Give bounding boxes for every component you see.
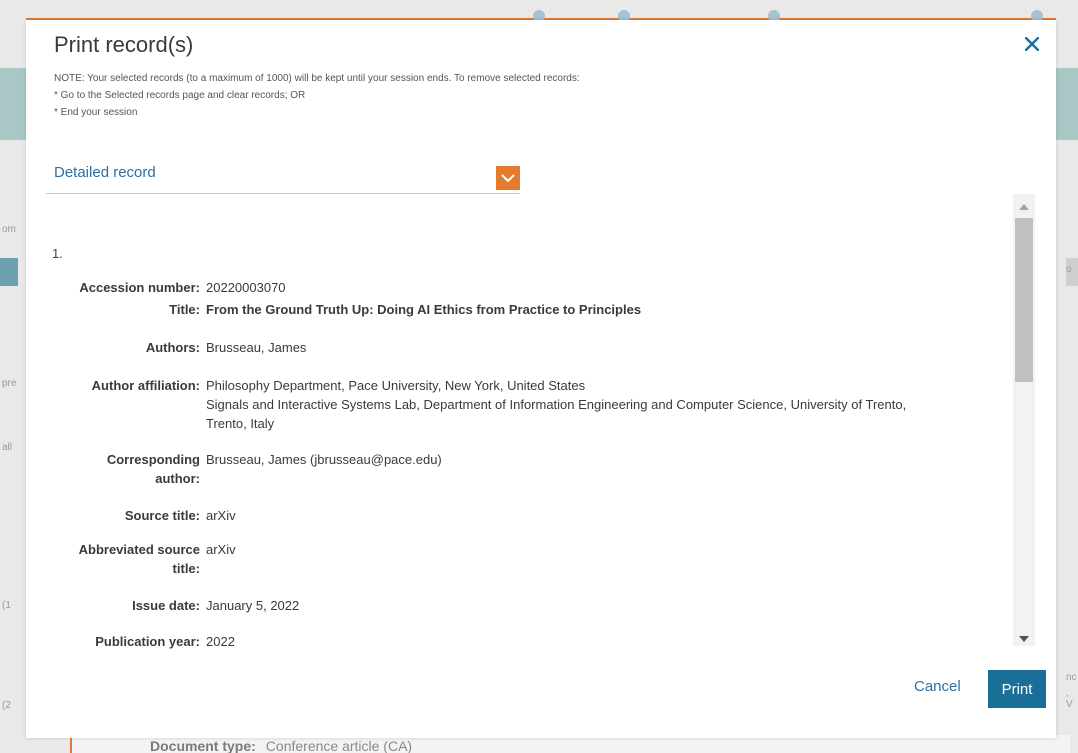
field-value: January 5, 2022 [206, 598, 300, 613]
field-author-affiliation: Author affiliation: Philosophy Departmen… [46, 376, 986, 433]
field-abbreviated-source-title: Abbreviated source title: arXiv [46, 540, 986, 578]
background-side-text: om [2, 224, 16, 235]
field-label: Source title: [124, 508, 200, 523]
field-label-line: Corresponding [106, 452, 200, 467]
field-authors: Authors: Brusseau, James [46, 338, 986, 357]
close-button[interactable] [1020, 32, 1044, 56]
note-line: * End your session [54, 107, 138, 118]
cancel-button[interactable]: Cancel [910, 672, 965, 701]
field-label-line: author: [155, 471, 200, 486]
background-document-type: Document type: Conference article (CA) [150, 738, 412, 753]
selection-note: NOTE: Your selected records (to a maximu… [54, 70, 580, 121]
note-line: NOTE: Your selected records (to a maximu… [54, 73, 580, 84]
field-value: 20220003070 [206, 280, 286, 295]
record-preview: 1. Accession number: 20220003070 Title: … [46, 194, 1006, 654]
field-label: Issue date: [132, 598, 200, 613]
dialog-title: Print record(s) [54, 32, 194, 57]
field-value: Philosophy Department, Pace University, … [206, 376, 966, 433]
field-value: arXiv [206, 542, 236, 557]
scroll-thumb[interactable] [1015, 218, 1033, 382]
background-side-text: , V [1066, 688, 1073, 710]
field-title: Title: From the Ground Truth Up: Doing A… [46, 300, 986, 319]
chevron-down-icon [501, 173, 515, 182]
field-value: 2022 [206, 634, 235, 649]
dropdown-toggle[interactable] [496, 166, 520, 190]
triangle-up-icon [1019, 204, 1029, 210]
field-label: Title: [169, 302, 200, 317]
scroll-down-button[interactable] [1013, 632, 1035, 646]
record-format-value: Detailed record [54, 164, 156, 181]
note-line: * Go to the Selected records page and cl… [54, 90, 306, 101]
background-left-tab [0, 258, 18, 286]
background-side-text: (2 [2, 700, 11, 711]
field-value: From the Ground Truth Up: Doing AI Ethic… [206, 302, 642, 317]
field-label: Corresponding author: [46, 450, 206, 488]
close-icon [1025, 37, 1039, 51]
field-value: Brusseau, James (jbrusseau@pace.edu) [206, 452, 442, 467]
background-side-text: o [1066, 264, 1072, 275]
field-corresponding-author: Corresponding author: Brusseau, James (j… [46, 450, 986, 488]
background-document-type-label: Document type: [150, 738, 256, 753]
background-document-type-value: Conference article (CA) [265, 738, 413, 753]
record-number: 1. [52, 246, 63, 261]
print-records-dialog: Print record(s) NOTE: Your selected reco… [26, 20, 1056, 738]
print-button[interactable]: Print [988, 670, 1046, 708]
field-label: Accession number: [79, 280, 200, 295]
field-accession-number: Accession number: 20220003070 [46, 278, 986, 297]
scroll-up-button[interactable] [1013, 200, 1035, 214]
background-side-text: nc [1066, 672, 1077, 683]
affiliation-line: Signals and Interactive Systems Lab, Dep… [206, 397, 907, 412]
field-label: Publication year: [95, 634, 200, 649]
field-issue-date: Issue date: January 5, 2022 [46, 596, 986, 615]
field-label: Authors: [145, 340, 200, 355]
record-format-select[interactable]: Detailed record [46, 160, 520, 194]
field-label-line: title: [172, 561, 200, 576]
field-publication-year: Publication year: 2022 [46, 632, 986, 651]
field-label: Author affiliation: [91, 378, 200, 393]
field-source-title: Source title: arXiv [46, 506, 986, 525]
background-side-text: all [2, 442, 13, 453]
background-side-text: pre [2, 378, 17, 389]
record-scrollbar[interactable] [1013, 194, 1035, 646]
background-side-text: (1 [2, 600, 11, 611]
affiliation-line: Philosophy Department, Pace University, … [206, 378, 586, 393]
field-label-line: Abbreviated source [78, 542, 200, 557]
field-value: arXiv [206, 508, 236, 523]
triangle-down-icon [1019, 636, 1029, 642]
field-label: Abbreviated source title: [46, 540, 206, 578]
affiliation-line: Trento, Italy [206, 416, 275, 431]
field-value: Brusseau, James [206, 340, 307, 355]
